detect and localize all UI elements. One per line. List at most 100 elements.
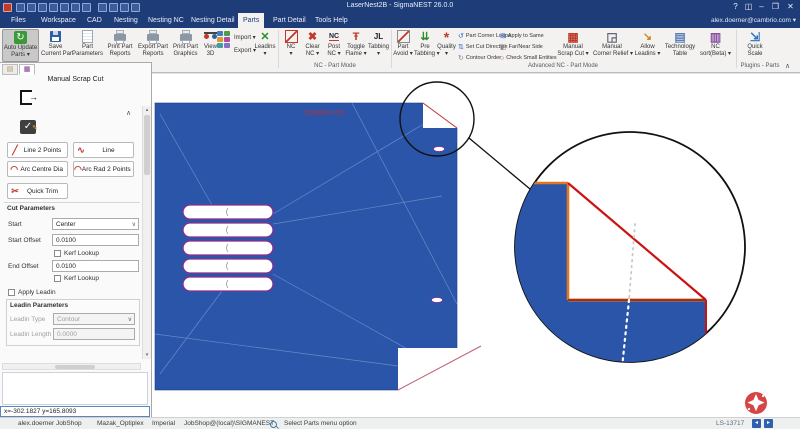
quick-access-icon-7[interactable] xyxy=(82,3,91,12)
quick-scale-button[interactable]: ⇲ QuickScale xyxy=(740,29,770,62)
contour-order-button[interactable]: ↻Contour Order xyxy=(458,53,501,63)
small-slot[interactable] xyxy=(432,298,443,303)
part-tools-icon-cluster[interactable] xyxy=(217,31,230,48)
slot[interactable] xyxy=(183,277,273,291)
tab-parts[interactable]: Parts xyxy=(238,13,264,28)
mini-icon[interactable] xyxy=(217,31,223,36)
panel-horizontal-scrollbar[interactable] xyxy=(2,363,141,370)
far-near-side-button[interactable]: ◧Far/Near Side xyxy=(500,42,543,52)
quick-access-icon-11[interactable] xyxy=(131,3,140,12)
feedback-icon[interactable]: ◫ xyxy=(742,1,755,12)
tab-nesting-nc[interactable]: Nesting NC xyxy=(143,13,189,28)
quick-access-icon-4[interactable] xyxy=(49,3,58,12)
arc-rad-2-points-button[interactable]: ◠ Arc Rad 2 Points xyxy=(73,161,134,177)
line-2-points-button[interactable]: ╱ Line 2 Points xyxy=(7,142,68,158)
status-user[interactable]: alex.doerner JobShop xyxy=(18,420,82,427)
small-slot[interactable] xyxy=(434,147,445,152)
slot-cutouts[interactable] xyxy=(183,205,273,291)
quick-trim-button[interactable]: ✂ Quick Trim xyxy=(7,183,68,199)
tab-workspace[interactable]: Workspace xyxy=(36,13,81,28)
scroll-up-icon[interactable]: ▴ xyxy=(143,107,151,113)
select-mode-button[interactable]: ✓✎ xyxy=(20,120,36,134)
mini-icon[interactable] xyxy=(224,37,230,42)
quick-access-icon-2[interactable] xyxy=(27,3,36,12)
nav-next-button[interactable]: ▸ xyxy=(764,419,773,428)
print-part-reports-button[interactable]: Print PartReports xyxy=(105,29,135,62)
panel-tab-2[interactable]: ▦ xyxy=(19,64,35,75)
quick-access-icon-10[interactable] xyxy=(120,3,129,12)
apply-leadin-checkbox[interactable] xyxy=(8,289,15,296)
quick-access-icon-8[interactable] xyxy=(98,3,107,12)
quick-access-icon-5[interactable] xyxy=(60,3,69,12)
quick-access-icon-1[interactable] xyxy=(16,3,25,12)
mini-icon[interactable] xyxy=(224,43,230,48)
arc-centre-dia-button[interactable]: ◠ Arc Centre Dia xyxy=(7,161,68,177)
leadin-length-input[interactable] xyxy=(53,328,135,340)
kerf-lookup-checkbox-1[interactable] xyxy=(54,250,61,257)
clear-nc-button[interactable]: ✖ ClearNC ▾ xyxy=(302,29,323,62)
mini-icon[interactable] xyxy=(217,43,223,48)
manual-corner-relief-button[interactable]: ◲ ManualCorner Relief ▾ xyxy=(593,29,631,62)
nc-button[interactable]: NC▾ xyxy=(281,29,301,62)
apply-to-same-button[interactable]: ⊞Apply to Same xyxy=(500,31,544,41)
start-select[interactable]: Center∨ xyxy=(52,218,139,230)
minimize-button[interactable]: – xyxy=(755,1,768,12)
status-machine[interactable]: Mazak_Optiplex xyxy=(97,420,144,427)
allow-leadins-button[interactable]: ↘ AllowLeadins ▾ xyxy=(633,29,662,62)
status-units[interactable]: Imperial xyxy=(152,420,175,427)
slot[interactable] xyxy=(183,241,273,255)
nc-sort-beta-button[interactable]: ▥ NCsort(Beta) ▾ xyxy=(698,29,733,62)
ribbon-collapse-icon[interactable]: ∧ xyxy=(785,62,790,70)
leadins-button[interactable]: ✕ Leadins▾ xyxy=(253,29,277,62)
help-button[interactable]: ? xyxy=(729,1,742,12)
mini-icon[interactable] xyxy=(217,37,223,42)
section-collapse-icon[interactable]: ∧ xyxy=(126,109,131,117)
quick-access-icon-6[interactable] xyxy=(71,3,80,12)
kerf-lookup-checkbox-2[interactable] xyxy=(54,275,61,282)
scrollbar-thumb[interactable] xyxy=(144,115,150,175)
status-database[interactable]: JobShop@(local)\SIGMANEST xyxy=(184,420,274,427)
scroll-down-icon[interactable]: ▾ xyxy=(143,352,151,358)
check-small-entities-button[interactable]: ○Check Small Entities xyxy=(500,53,557,63)
panel-vertical-scrollbar[interactable]: ▴ ▾ xyxy=(142,106,151,359)
leadin-type-select[interactable]: Contour∨ xyxy=(53,313,135,325)
close-button[interactable]: ✕ xyxy=(784,1,797,12)
tab-tools-help[interactable]: Tools Help xyxy=(310,13,353,28)
pre-tabbing-button[interactable]: ⇊ PreTabbing ▾ xyxy=(414,29,436,62)
toggle-flame-button[interactable]: Ŧ ToggleFlame ▾ xyxy=(345,29,367,62)
account-menu[interactable]: alex.doerner@cambrio.com ▾ xyxy=(711,16,796,24)
tab-cad[interactable]: CAD xyxy=(82,13,107,28)
line-button[interactable]: ∿ Line xyxy=(73,142,134,158)
quality-button[interactable]: * Quality▾ xyxy=(437,29,456,62)
tab-nesting-detail[interactable]: Nesting Detail xyxy=(186,13,240,28)
drawing-canvas[interactable]: 190843-05 xyxy=(152,74,800,417)
panel-tab-1[interactable]: ▤ xyxy=(2,64,18,75)
end-offset-input[interactable] xyxy=(52,260,139,272)
print-part-graphics-button[interactable]: Print PartGraphics xyxy=(171,29,200,62)
quick-access-icon-3[interactable] xyxy=(38,3,47,12)
assistant-badge[interactable] xyxy=(745,392,767,414)
scrollbar-thumb[interactable] xyxy=(55,365,95,369)
restore-button[interactable]: ❐ xyxy=(769,1,782,12)
technology-table-button[interactable]: ▤ TechnologyTable xyxy=(663,29,697,62)
manual-scrap-cut-button[interactable]: ▦ ManualScrap Cut ▾ xyxy=(555,29,591,62)
save-current-part-button[interactable]: SaveCurrent Part xyxy=(41,29,70,62)
slot[interactable] xyxy=(183,205,273,219)
start-offset-input[interactable] xyxy=(52,234,139,246)
tabbing-button[interactable]: JL Tabbing▾ xyxy=(368,29,389,62)
part-avoid-button[interactable]: PartAvoid ▾ xyxy=(393,29,413,62)
part-parameters-button[interactable]: PartParameters xyxy=(72,29,103,62)
tab-files[interactable]: Files xyxy=(6,13,31,28)
slot[interactable] xyxy=(183,259,273,273)
auto-update-parts-button[interactable]: ↻ Auto UpdateParts ▾ xyxy=(2,29,39,62)
mini-icon[interactable] xyxy=(224,31,230,36)
export-part-reports-button[interactable]: Export PartReports xyxy=(137,29,169,62)
tab-nesting[interactable]: Nesting xyxy=(109,13,143,28)
slot[interactable] xyxy=(183,223,273,237)
post-nc-button[interactable]: NC PostNC ▾ xyxy=(324,29,344,62)
search-icon[interactable] xyxy=(270,421,277,428)
exit-panel-button[interactable] xyxy=(20,90,32,105)
quick-access-icon-9[interactable] xyxy=(109,3,118,12)
app-icon[interactable] xyxy=(3,3,12,12)
nav-prev-button[interactable]: ◂ xyxy=(752,419,761,428)
